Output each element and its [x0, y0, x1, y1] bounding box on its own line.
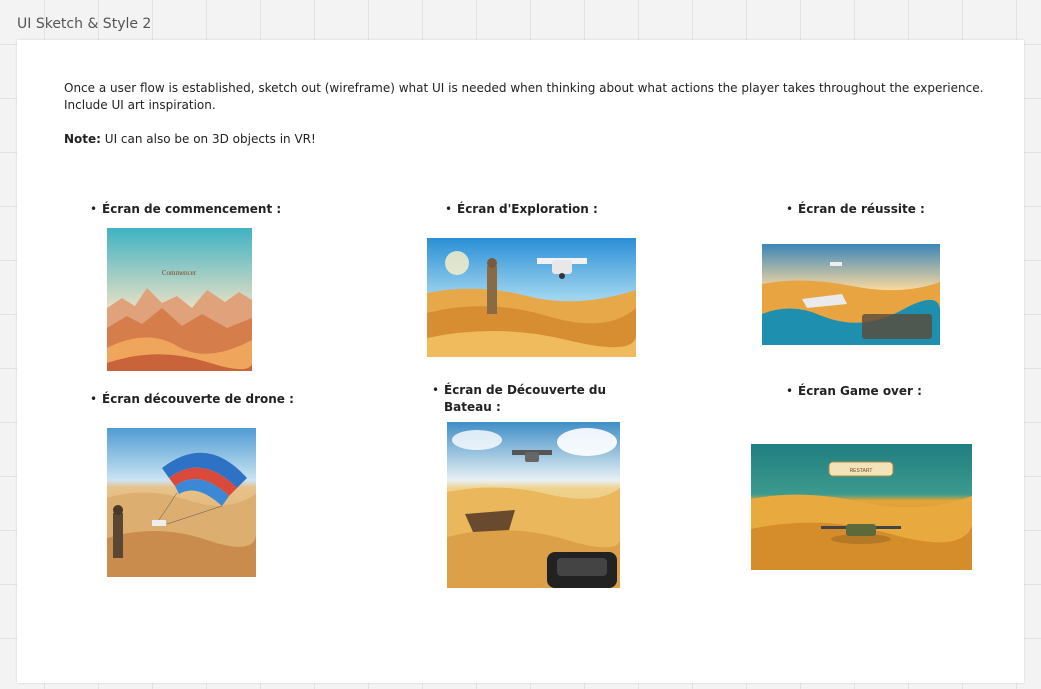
heading-label: Écran de réussite : — [798, 202, 925, 216]
bullet: • — [90, 202, 98, 216]
image-decouverte-drone — [107, 428, 256, 577]
heading-game-over: • Écran Game over : — [786, 383, 922, 400]
note-label: Note: — [64, 132, 101, 146]
bullet: • — [445, 202, 453, 216]
intro-text: Once a user flow is established, sketch … — [64, 81, 984, 112]
restart-label: RESTART — [850, 468, 873, 474]
heading-label: Écran Game over : — [798, 384, 922, 398]
heading-label: Écran découverte de drone : — [102, 392, 294, 406]
heading-label: Écran de commencement : — [102, 202, 282, 216]
heading-label: Écran d'Exploration : — [457, 202, 598, 216]
frame-title[interactable]: UI Sketch & Style 2 — [17, 16, 151, 32]
image-exploration — [427, 238, 636, 357]
note-body: UI can also be on 3D objects in VR! — [100, 132, 316, 146]
bullet: • — [786, 384, 794, 398]
heading-label: Écran de Découverte du Bateau : — [444, 383, 607, 414]
heading-decouverte-bateau: • Écran de Découverte du Bateau : — [432, 382, 644, 416]
heading-reussite: • Écran de réussite : — [786, 201, 925, 218]
note-text: Note: UI can also be on 3D objects in VR… — [64, 132, 316, 146]
heading-decouverte-drone: • Écran découverte de drone : — [90, 391, 294, 408]
image-commencement: Commencer — [107, 228, 252, 371]
image-decouverte-bateau — [447, 422, 620, 588]
image-game-over: RESTART — [751, 444, 972, 570]
board-frame: Once a user flow is established, sketch … — [17, 40, 1024, 683]
heading-exploration: • Écran d'Exploration : — [445, 201, 598, 218]
heading-commencement: • Écran de commencement : — [90, 201, 282, 218]
bullet: • — [90, 392, 98, 406]
bullet: • — [432, 383, 440, 397]
image-reussite — [762, 244, 940, 345]
commencer-label: Commencer — [162, 269, 197, 277]
bullet: • — [786, 202, 794, 216]
